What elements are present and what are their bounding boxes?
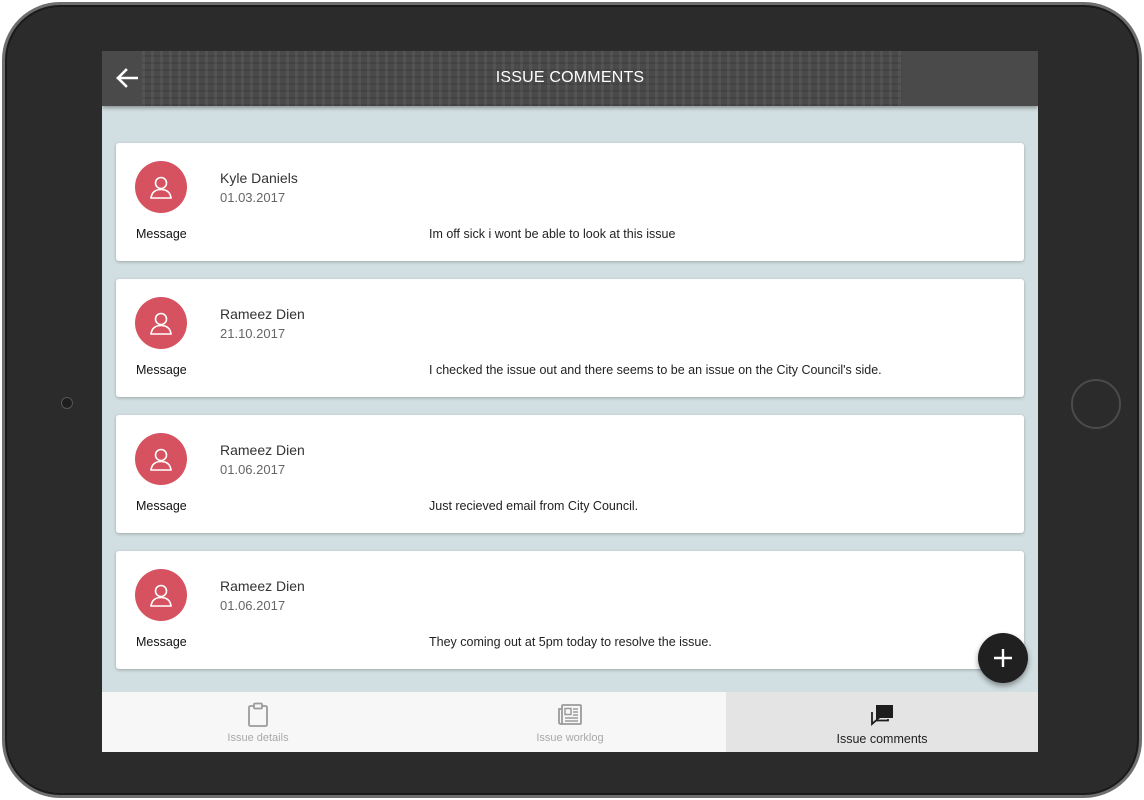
user-icon — [150, 312, 172, 335]
tab-issue-comments[interactable]: Issue comments — [726, 692, 1038, 752]
user-icon — [150, 448, 172, 471]
user-icon — [150, 176, 172, 199]
message-text: I checked the issue out and there seems … — [429, 363, 882, 377]
bottom-navigation: Issue details Issue worklog Issue commen… — [102, 692, 1038, 752]
add-comment-button[interactable] — [978, 633, 1028, 683]
avatar — [135, 161, 187, 213]
camera — [61, 397, 73, 409]
message-label: Message — [136, 635, 187, 649]
user-icon — [150, 584, 172, 607]
plus-icon — [994, 649, 1012, 667]
message-text: Im off sick i wont be able to look at th… — [429, 227, 676, 241]
message-text: They coming out at 5pm today to resolve … — [429, 635, 712, 649]
tab-issue-worklog[interactable]: Issue worklog — [414, 692, 726, 752]
comments-icon — [871, 705, 893, 726]
avatar — [135, 297, 187, 349]
comment-author: Rameez Dien — [220, 578, 305, 594]
message-label: Message — [136, 227, 187, 241]
tab-label: Issue details — [227, 732, 289, 744]
comment-author: Kyle Daniels — [220, 170, 298, 186]
tab-label: Issue comments — [836, 732, 928, 746]
app-bar: ISSUE COMMENTS — [102, 51, 1038, 106]
clipboard-icon — [248, 702, 268, 727]
page-title: ISSUE COMMENTS — [495, 69, 645, 86]
comment-author: Rameez Dien — [220, 442, 305, 458]
tab-label: Issue worklog — [536, 732, 604, 744]
tab-issue-details[interactable]: Issue details — [102, 692, 414, 752]
avatar — [135, 433, 187, 485]
message-label: Message — [136, 499, 187, 513]
comment-list: Kyle Daniels 01.03.2017 Message Im off s… — [116, 143, 1024, 687]
comment-card: Rameez Dien 01.06.2017 Message Just reci… — [116, 415, 1024, 533]
message-text: Just recieved email from City Council. — [429, 499, 639, 513]
comment-card: Rameez Dien 21.10.2017 Message I checked… — [116, 279, 1024, 397]
comment-date: 01.06.2017 — [220, 462, 286, 477]
comment-date: 01.03.2017 — [220, 190, 286, 205]
message-label: Message — [136, 363, 187, 377]
comment-date: 21.10.2017 — [220, 326, 286, 341]
comment-card: Kyle Daniels 01.03.2017 Message Im off s… — [116, 143, 1024, 261]
comment-author: Rameez Dien — [220, 306, 305, 322]
avatar — [135, 569, 187, 621]
home-button[interactable] — [1071, 379, 1121, 429]
newspaper-icon — [558, 704, 582, 725]
comment-date: 01.06.2017 — [220, 598, 286, 613]
comment-card: Rameez Dien 01.06.2017 Message They comi… — [116, 551, 1024, 669]
app-screen: ISSUE COMMENTS Kyle Daniels 01.03.2017 M… — [102, 51, 1038, 752]
